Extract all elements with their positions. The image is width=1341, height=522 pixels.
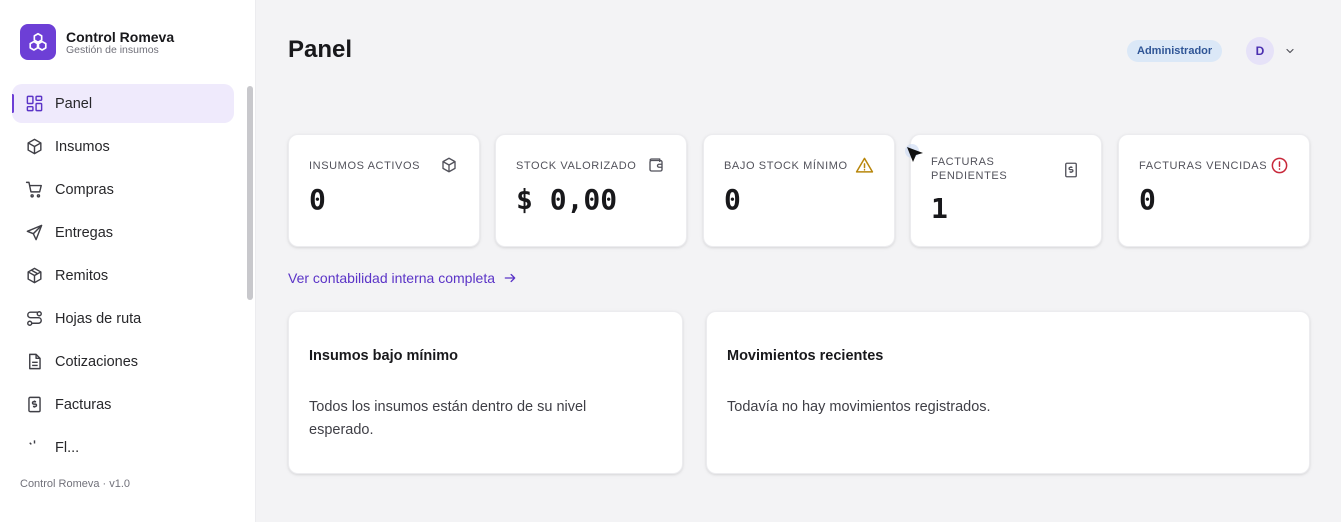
partial-icon [24,438,44,453]
sidebar-item-compras[interactable]: Compras [12,170,234,209]
stat-card-facturas-vencidas: FACTURAS VENCIDAS 0 [1118,134,1310,247]
sidebar-item-label: Entregas [55,224,114,241]
contabilidad-link[interactable]: Ver contabilidad interna completa [288,270,517,286]
sidebar-item-label: Insumos [55,138,110,155]
stat-label: STOCK VALORIZADO [516,160,637,172]
sidebar-item-label: Remitos [55,267,109,284]
sidebar-item-label: Fl... [55,439,80,453]
sidebar-item-label: Hojas de ruta [55,310,142,327]
brand-logo-icon [20,24,56,60]
recent-movements-panel: Movimientos recientes Todavía no hay mov… [706,311,1310,474]
panel-title: Insumos bajo mínimo [309,348,459,364]
box-icon [439,155,459,175]
sidebar-nav: Panel Insumos Compras Entregas Remitos H… [12,84,234,452]
sidebar-item-insumos[interactable]: Insumos [12,127,234,166]
brand-subtitle: Gestión de insumos [66,43,159,56]
sidebar-item-label: Panel [55,95,93,112]
role-badge: Administrador [1127,40,1223,62]
sidebar-scrollbar[interactable] [247,86,253,300]
low-stock-panel: Insumos bajo mínimo Todos los insumos es… [288,311,683,474]
brand-title: Control Romeva [66,28,175,45]
chevron-down-icon[interactable] [1283,44,1297,58]
mouse-cursor-icon [905,144,923,162]
stat-value: $ 0,00 [516,183,618,216]
document-icon [24,352,44,372]
invoice-icon [1061,160,1081,180]
invoice-icon [24,395,44,415]
stat-card-stock-valorizado: STOCK VALORIZADO $ 0,00 [495,134,687,247]
panel-body-line: esperado. [309,422,374,438]
sidebar-item-cotizaciones[interactable]: Cotizaciones [12,342,234,381]
stat-label: INSUMOS ACTIVOS [309,160,421,172]
stat-label: FACTURAS PENDIENTES [931,156,1008,182]
panel-title: Movimientos recientes [727,348,884,364]
warning-icon [854,155,874,175]
arrow-right-icon [503,271,517,285]
cart-icon [24,180,44,200]
brand[interactable]: Control Romeva Gestión de insumos [20,24,174,60]
panel-body: Todos los insumos están dentro de su niv… [309,396,586,442]
sidebar-item-facturas[interactable]: Facturas [12,385,234,424]
stat-value: 1 [931,192,948,225]
panel-body-line: Todos los insumos están dentro de su niv… [309,399,587,415]
sidebar-item-entregas[interactable]: Entregas [12,213,234,252]
stat-card-facturas-pendientes: FACTURAS PENDIENTES 1 [910,134,1102,247]
stat-card-insumos-activos: INSUMOS ACTIVOS 0 [288,134,480,247]
grid-icon [24,94,44,114]
panel-body: Todavía no hay movimientos registrados. [727,399,991,415]
send-icon [24,223,44,243]
stat-value: 0 [1139,183,1156,216]
sidebar-item-remitos[interactable]: Remitos [12,256,234,295]
version-text: Control Romeva · v1.0 [20,478,131,490]
package-icon [24,266,44,286]
sidebar-item-label: Facturas [55,396,112,413]
contabilidad-link-label: Ver contabilidad interna completa [288,270,496,286]
stat-card-bajo-stock: BAJO STOCK MÍNIMO 0 [703,134,895,247]
stat-value: 0 [724,183,741,216]
route-icon [24,309,44,329]
stat-label: BAJO STOCK MÍNIMO [724,160,848,172]
page-title: Panel [288,36,353,63]
box-icon [24,137,44,157]
sidebar-item-label: Compras [55,181,114,198]
wallet-icon [646,155,666,175]
sidebar-item-label: Cotizaciones [55,353,139,370]
sidebar-item-panel[interactable]: Panel [12,84,234,123]
sidebar-item-partial[interactable]: Fl... [12,428,234,452]
alert-circle-icon [1269,155,1289,175]
avatar[interactable]: D [1246,37,1274,65]
sidebar-item-hojas-de-ruta[interactable]: Hojas de ruta [12,299,234,338]
stat-value: 0 [309,183,326,216]
sidebar: Control Romeva Gestión de insumos Panel … [0,0,256,522]
stat-label: FACTURAS VENCIDAS [1139,160,1268,172]
